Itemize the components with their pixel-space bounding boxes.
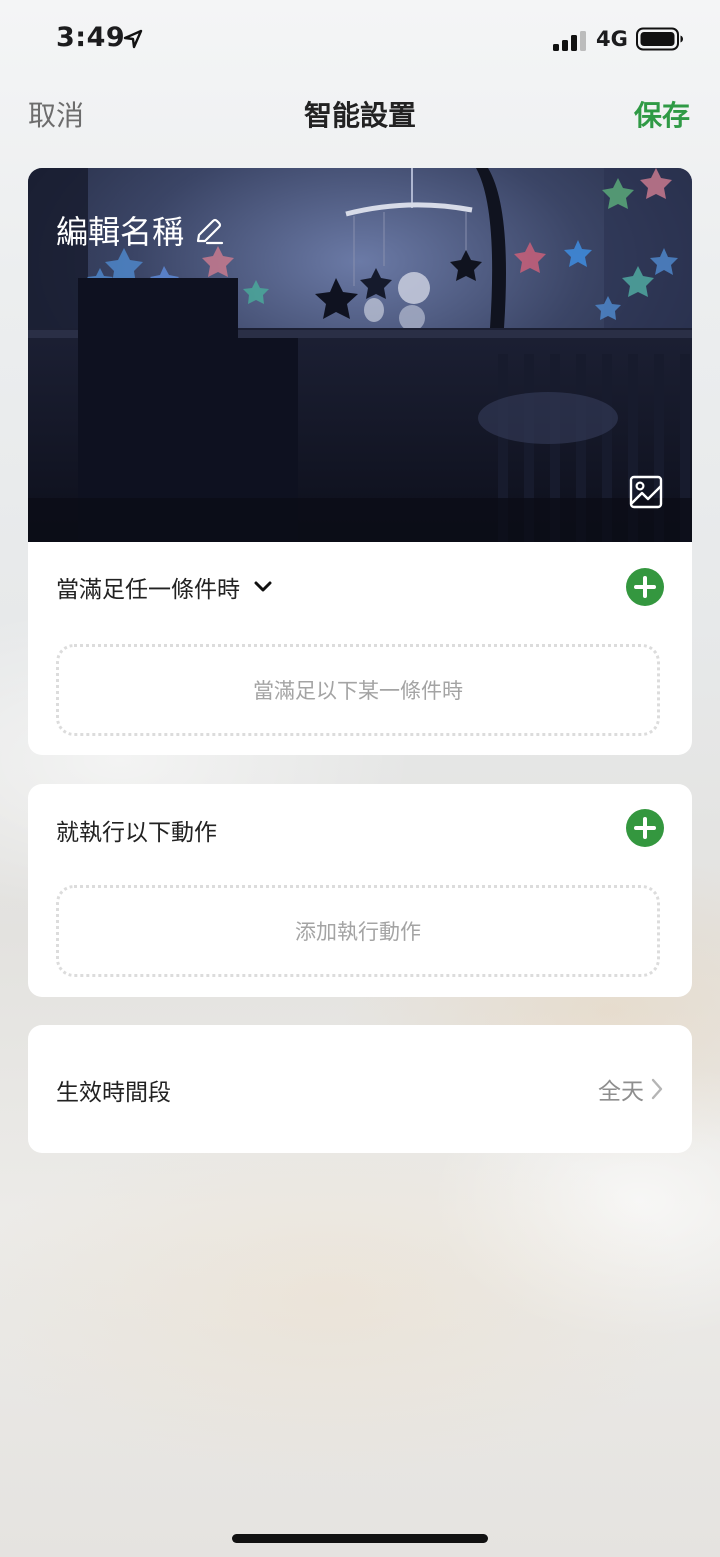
scene-name[interactable]: 編輯名稱 — [56, 212, 184, 252]
condition-mode-selector[interactable]: 當滿足任一條件時 — [56, 570, 274, 604]
scene-name-row[interactable]: 編輯名稱 — [56, 212, 224, 252]
effective-period-label: 生效時間段 — [56, 1080, 171, 1106]
status-time: 3:49 — [56, 22, 126, 53]
cellular-signal-icon — [553, 31, 586, 51]
actions-header: 就執行以下動作 — [56, 813, 217, 847]
add-action-area[interactable]: 添加執行動作 — [56, 885, 660, 977]
add-action-button[interactable] — [626, 809, 664, 847]
page-title: 智能設置 — [303, 99, 416, 132]
save-button[interactable]: 保存 — [634, 96, 690, 136]
condition-mode-label[interactable]: 當滿足任一條件時 — [56, 570, 240, 604]
battery-icon — [636, 27, 683, 51]
effective-period-row[interactable]: 生效時間段 全天 — [28, 1025, 692, 1153]
cancel-button[interactable]: 取消 — [28, 96, 84, 136]
effective-period-value[interactable]: 全天 — [598, 1072, 644, 1106]
edit-pencil-icon[interactable] — [192, 216, 224, 248]
add-condition-button[interactable] — [626, 568, 664, 606]
scene-cover-image: 編輯名稱 — [28, 168, 692, 542]
chevron-down-icon[interactable] — [252, 576, 274, 598]
home-indicator[interactable] — [232, 1534, 488, 1543]
effective-period-value-group[interactable]: 全天 — [598, 1072, 664, 1106]
scene-card: 編輯名稱 當滿足任一條件時 當滿足以下某一條件時 — [28, 168, 692, 755]
status-bar: 3:49 4G — [0, 0, 720, 80]
location-arrow-icon — [123, 29, 143, 49]
actions-card: 就執行以下動作 添加執行動作 — [28, 784, 692, 997]
change-image-icon[interactable] — [628, 474, 664, 510]
network-type: 4G — [596, 27, 628, 51]
action-placeholder: 添加執行動作 — [295, 920, 421, 944]
actions-header-label: 就執行以下動作 — [56, 820, 217, 846]
condition-placeholder: 當滿足以下某一條件時 — [253, 679, 463, 703]
chevron-right-icon — [651, 1078, 663, 1100]
add-condition-area[interactable]: 當滿足以下某一條件時 — [56, 644, 660, 736]
